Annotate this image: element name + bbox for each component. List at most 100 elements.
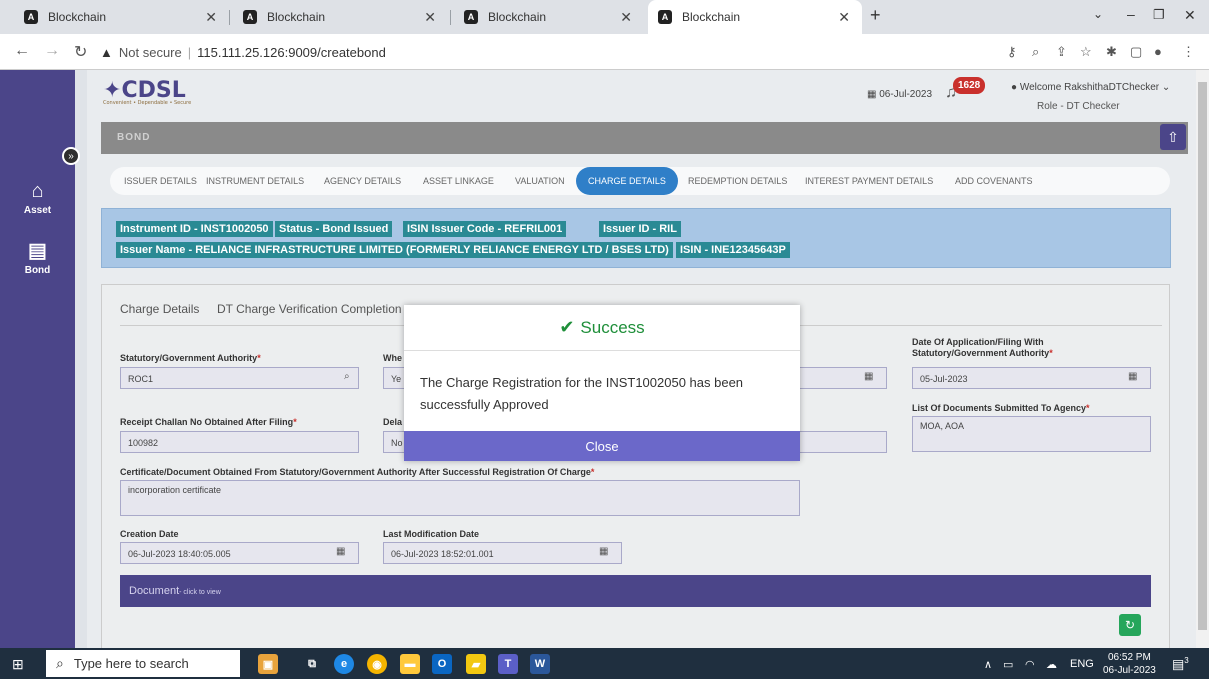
- close-tab-icon[interactable]: ✕: [838, 9, 850, 26]
- battery-icon[interactable]: ▭: [1003, 658, 1013, 671]
- certificate-field[interactable]: incorporation certificate: [120, 480, 800, 516]
- sidebar-toggle-icon[interactable]: »: [62, 147, 80, 165]
- edge-icon[interactable]: e: [334, 654, 354, 674]
- instrument-id-chip: Instrument ID - INST1002050: [116, 221, 273, 237]
- word-icon[interactable]: W: [530, 654, 550, 674]
- status-chip: Status - Bond Issued: [275, 221, 393, 237]
- angular-icon: A: [464, 10, 478, 24]
- menu-dots-icon[interactable]: ⋮: [1182, 44, 1195, 60]
- scrollbar-thumb[interactable]: [1198, 82, 1207, 630]
- url-separator: |: [187, 44, 192, 60]
- password-key-icon[interactable]: ⚷: [1007, 44, 1017, 60]
- statutory-field[interactable]: ROC1: [120, 367, 359, 389]
- tab-add-covenants[interactable]: ADD COVENANTS: [955, 167, 1033, 195]
- browser-tab[interactable]: A Blockchain ✕: [454, 0, 644, 34]
- browser-tab[interactable]: A Blockchain ✕: [14, 0, 229, 34]
- refresh-button[interactable]: ↻: [1119, 614, 1141, 636]
- side-panel-icon[interactable]: ▢: [1130, 44, 1142, 60]
- receipt-field[interactable]: 100982: [120, 431, 359, 453]
- close-tab-icon[interactable]: ✕: [424, 9, 436, 26]
- sidebar-item-label: Asset: [23, 205, 52, 216]
- calendar-icon[interactable]: ▦: [864, 371, 873, 382]
- close-tab-icon[interactable]: ✕: [205, 9, 217, 26]
- success-modal: ✔ Success The Charge Registration for th…: [404, 305, 800, 461]
- chrome-icon[interactable]: ◉: [367, 654, 387, 674]
- documents-field[interactable]: MOA, AOA: [912, 416, 1151, 452]
- section-title-bar: BOND: [101, 122, 1188, 154]
- tab-redemption-details[interactable]: REDEMPTION DETAILS: [688, 167, 787, 195]
- file-explorer-icon[interactable]: ▬: [400, 654, 420, 674]
- security-status: Not secure: [118, 44, 182, 60]
- tab-asset-linkage[interactable]: ASSET LINKAGE: [423, 167, 494, 195]
- network-icon[interactable]: ☁: [1046, 658, 1057, 671]
- new-tab-icon[interactable]: +: [870, 5, 881, 26]
- calendar-icon[interactable]: ▦: [1128, 371, 1137, 382]
- windows-start-icon[interactable]: ⊞: [12, 656, 24, 673]
- document-bar[interactable]: Document- click to view: [120, 575, 1151, 607]
- tab-agency-details[interactable]: AGENCY DETAILS: [324, 167, 401, 195]
- subtab-charge-details[interactable]: Charge Details: [120, 302, 199, 316]
- bookmark-star-icon[interactable]: ☆: [1080, 44, 1092, 60]
- taskbar-clock[interactable]: 06:52 PM 06-Jul-2023: [1103, 651, 1156, 677]
- close-tab-icon[interactable]: ✕: [620, 9, 632, 26]
- user-avatar-icon: ●: [1011, 82, 1018, 93]
- document-bar-text: Document- click to view: [129, 585, 221, 597]
- tab-title: Blockchain: [682, 10, 741, 24]
- sidebar-item-bond[interactable]: ▤ Bond: [0, 238, 75, 276]
- tab-title: Blockchain: [48, 10, 107, 24]
- subtab-dt-charge-verification[interactable]: DT Charge Verification Completion: [217, 302, 402, 316]
- outlook-icon[interactable]: O: [432, 654, 452, 674]
- extensions-icon[interactable]: ✱: [1106, 44, 1117, 60]
- teams-icon[interactable]: T: [498, 654, 518, 674]
- tab-valuation[interactable]: VALUATION: [515, 167, 565, 195]
- statutory-label: Statutory/Government Authority*: [120, 353, 261, 363]
- browser-tab-active[interactable]: A Blockchain ✕: [648, 0, 862, 34]
- isin-issuer-code-chip: ISIN Issuer Code - REFRIL001: [403, 221, 567, 237]
- tab-interest-payment-details[interactable]: INTEREST PAYMENT DETAILS: [805, 167, 933, 195]
- close-button[interactable]: Close: [404, 431, 800, 461]
- date-application-field[interactable]: 05-Jul-2023: [912, 367, 1151, 389]
- certificate-label: Certificate/Document Obtained From Statu…: [120, 467, 595, 477]
- modal-header: ✔ Success: [404, 305, 800, 351]
- show-hidden-icons-icon[interactable]: ∧: [984, 658, 992, 671]
- last-modification-field[interactable]: 06-Jul-2023 18:52:01.001: [383, 542, 622, 564]
- creation-date-field[interactable]: 06-Jul-2023 18:40:05.005: [120, 542, 359, 564]
- sidebar-item-asset[interactable]: ⌂ Asset: [0, 180, 75, 216]
- tab-search-icon[interactable]: ⌄: [1093, 7, 1103, 21]
- search-icon[interactable]: ⌕: [344, 371, 350, 382]
- modal-message: The Charge Registration for the INST1002…: [420, 375, 744, 412]
- tab-issuer-details[interactable]: ISSUER DETAILS: [124, 167, 197, 195]
- taskbar-search[interactable]: ⌕ Type here to search: [46, 650, 240, 677]
- restore-icon[interactable]: ❐: [1153, 7, 1165, 23]
- share-icon[interactable]: ⇪: [1056, 44, 1067, 60]
- documents-label: List Of Documents Submitted To Agency*: [912, 403, 1090, 413]
- cdsl-logo: ✦CDSL Convenient • Dependable • Secure: [103, 78, 191, 106]
- wifi-icon[interactable]: ◠: [1025, 658, 1035, 671]
- forward-icon[interactable]: →: [44, 42, 60, 60]
- url-bar[interactable]: ▲ Not secure | 115.111.25.126:9009/creat…: [100, 39, 1120, 65]
- browser-tab[interactable]: A Blockchain ✕: [233, 0, 448, 34]
- tab-charge-details[interactable]: CHARGE DETAILS: [576, 167, 678, 195]
- language-indicator[interactable]: ENG: [1070, 658, 1094, 670]
- store-bag-icon[interactable]: ▣: [258, 654, 278, 674]
- notification-badge[interactable]: 1628: [953, 77, 986, 94]
- back-icon[interactable]: ←: [14, 42, 30, 60]
- notification-center-icon[interactable]: ▤3: [1172, 656, 1189, 672]
- calendar-icon[interactable]: ▦: [336, 546, 345, 557]
- zoom-icon[interactable]: ⌕: [1032, 44, 1039, 60]
- field-partial[interactable]: [795, 431, 887, 453]
- calendar-icon[interactable]: ▦: [599, 546, 608, 557]
- close-window-icon[interactable]: ✕: [1184, 7, 1196, 24]
- sticky-notes-icon[interactable]: ▰: [466, 654, 486, 674]
- header-date: ▦ 06-Jul-2023: [867, 89, 932, 100]
- user-menu[interactable]: ● Welcome RakshithaDTChecker ⌄: [1011, 82, 1170, 93]
- task-view-icon[interactable]: ⧉: [302, 654, 322, 674]
- calendar-icon: ▦: [867, 89, 877, 100]
- upload-button[interactable]: ⇧: [1160, 124, 1186, 150]
- minimize-icon[interactable]: –: [1127, 6, 1135, 22]
- tab-instrument-details[interactable]: INSTRUMENT DETAILS: [206, 167, 304, 195]
- reload-icon[interactable]: ↻: [74, 42, 87, 62]
- profile-icon[interactable]: ●: [1154, 44, 1162, 59]
- creation-date-label: Creation Date: [120, 529, 179, 539]
- browser-tab-bar: A Blockchain ✕ A Blockchain ✕ A Blockcha…: [0, 0, 1209, 34]
